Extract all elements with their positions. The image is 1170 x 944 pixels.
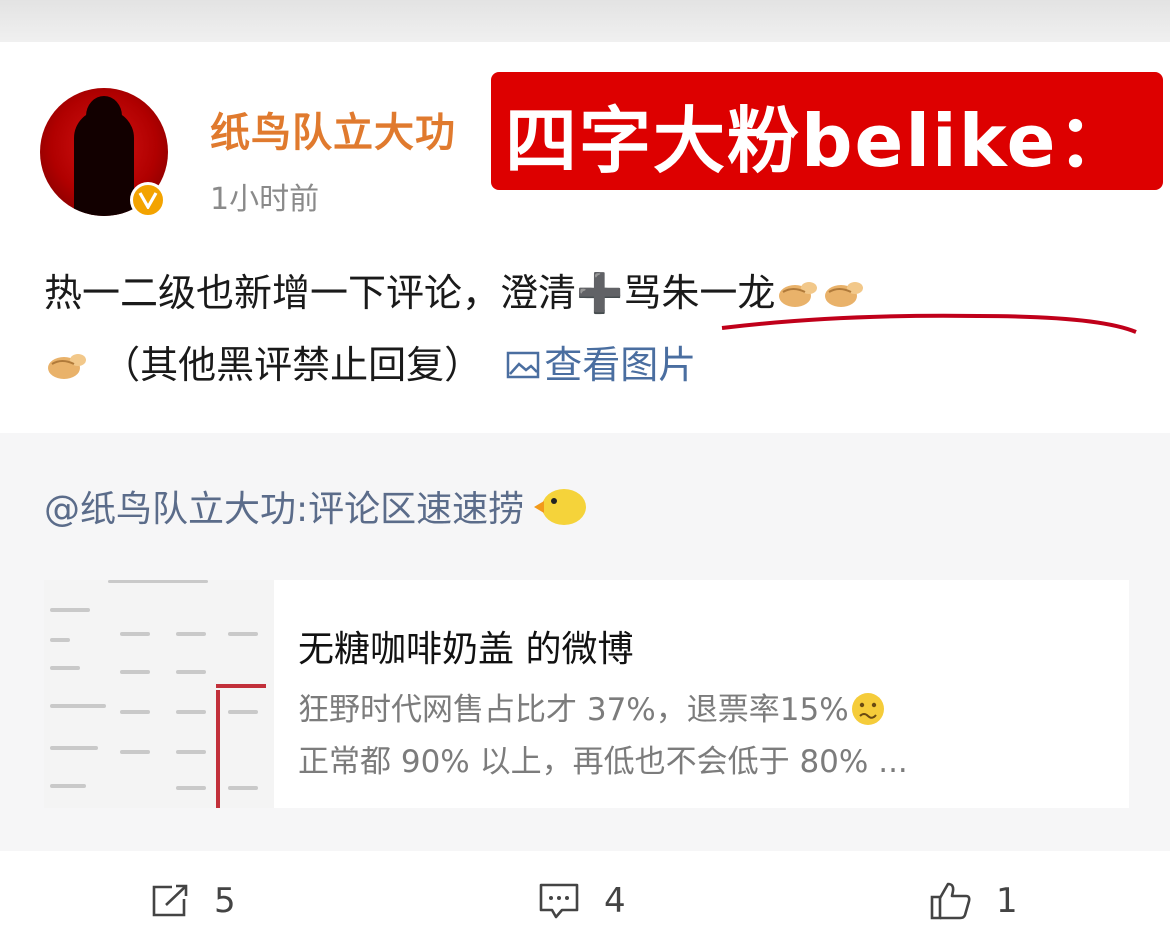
overlay-caption: 四字大粉belike： [491,72,1163,190]
chick-emoji-icon [534,489,587,525]
clap-emoji-icon [44,350,90,382]
comment-icon [539,883,579,919]
card-desc-line-1: 狂野时代网售占比才 37%，退票率15% [298,684,887,729]
post-time: 1小时前 [210,182,320,217]
card-title: 无糖咖啡奶盖 的微博 [298,629,634,670]
thinking-emoji-icon [851,693,884,725]
view-image-link[interactable]: 查看图片 [506,343,696,387]
comment-button[interactable]: 4 [538,881,626,921]
like-icon [930,882,971,920]
image-icon [507,351,540,379]
clap-emoji-icon [775,278,821,310]
card-desc-line-2: 正常都 90% 以上，再低也不会低于 80% ... [298,744,908,780]
red-underline [721,313,1137,334]
top-strip [0,0,1170,42]
like-count: 1 [996,881,1018,921]
action-bar: 5 4 1 [0,851,1170,944]
repost-count: 5 [214,881,236,921]
card-thumbnail [44,580,274,808]
repost-button[interactable]: 5 [150,881,236,921]
like-button[interactable]: 1 [928,881,1018,921]
repost-icon [152,884,188,917]
author-name[interactable]: 纸鸟队立大功 [210,100,456,158]
repost-text[interactable]: @纸鸟队立大功:评论区速速捞 [44,480,590,532]
overlay-caption-text: 四字大粉belike： [505,99,1132,183]
clap-emoji-icon [821,278,867,310]
comment-count: 4 [604,881,626,921]
verified-badge-icon [130,182,166,218]
quoted-post-card[interactable]: 无糖咖啡奶盖 的微博 狂野时代网售占比才 37%，退票率15% 正常都 90% … [44,580,1129,808]
post-text-line-2: （其他黑评禁止回复） 查看图片 [44,334,696,389]
